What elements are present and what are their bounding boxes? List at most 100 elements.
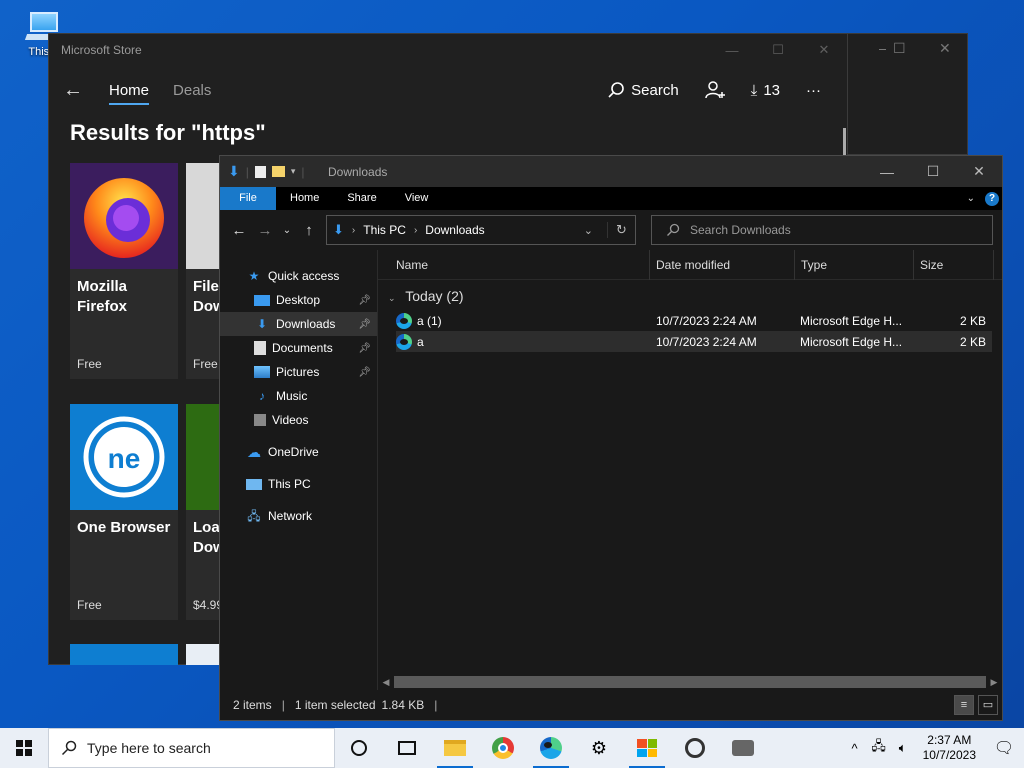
refresh-icon[interactable]: ↻: [607, 222, 635, 238]
app-price: Free: [77, 598, 102, 612]
taskbar-search[interactable]: Type here to search: [48, 728, 335, 768]
back-arrow-icon[interactable]: ←: [63, 79, 109, 102]
clock[interactable]: 2:37 AM 10/7/2023: [923, 733, 976, 763]
file-explorer-taskbar-icon[interactable]: [431, 728, 479, 768]
horizontal-scrollbar[interactable]: ◀ ▶: [378, 674, 1002, 690]
column-date-modified[interactable]: Date modified: [650, 249, 795, 280]
up-arrow-icon[interactable]: ↑: [296, 222, 322, 239]
column-size[interactable]: Size: [914, 249, 994, 280]
chevron-down-icon[interactable]: ⌄: [584, 224, 593, 237]
properties-icon[interactable]: [254, 165, 266, 178]
more-options-icon[interactable]: ···: [806, 82, 821, 99]
search-input[interactable]: Search Downloads: [651, 215, 993, 245]
app-tile-partial[interactable]: [186, 644, 220, 665]
large-icons-view-icon[interactable]: ▭: [978, 695, 998, 715]
nav-documents[interactable]: Documents 📌︎: [220, 336, 377, 360]
scroll-left-icon[interactable]: ◀: [378, 677, 394, 688]
account-button[interactable]: [704, 80, 725, 100]
nav-onedrive[interactable]: ☁ OneDrive: [220, 440, 377, 464]
close-button[interactable]: ✕: [956, 163, 1002, 180]
app-tile-load-downloader[interactable]: LoadDow $4.99: [186, 404, 223, 620]
breadcrumb-this-pc[interactable]: This PC: [363, 223, 406, 237]
media-player-taskbar-icon[interactable]: [671, 728, 719, 768]
nav-network[interactable]: 🖧︎ Network: [220, 504, 377, 528]
app-tile-firefox[interactable]: Mozilla Firefox Free: [70, 163, 178, 379]
tab-home[interactable]: Home: [109, 70, 150, 111]
nav-pictures[interactable]: Pictures 📌︎: [220, 360, 377, 384]
nav-videos[interactable]: Videos: [220, 408, 377, 432]
microsoft-store-taskbar-icon[interactable]: [623, 728, 671, 768]
recent-locations-icon[interactable]: ⌄: [278, 225, 296, 236]
breadcrumb-downloads[interactable]: Downloads: [425, 223, 484, 237]
downloads-button[interactable]: ⤓ 13: [751, 82, 780, 99]
forward-arrow-icon[interactable]: →: [252, 222, 278, 239]
maximize-button[interactable]: ☐: [910, 163, 956, 180]
nav-this-pc[interactable]: This PC: [220, 472, 377, 496]
clock-date: 10/7/2023: [922, 748, 976, 762]
network-icon: 🖧︎: [247, 509, 261, 523]
file-row[interactable]: a (1) 10/7/2023 2:24 AM Microsoft Edge H…: [396, 310, 992, 331]
column-type[interactable]: Type: [795, 249, 914, 280]
app-tile-partial[interactable]: [70, 644, 178, 665]
downloads-count: 13: [763, 81, 780, 99]
videos-icon: [254, 414, 266, 426]
chevron-right-icon: ›: [413, 224, 418, 236]
results-heading: Results for "https": [70, 120, 266, 145]
pin-icon[interactable]: 📌︎: [358, 295, 371, 306]
settings-taskbar-icon[interactable]: ⚙: [575, 728, 623, 768]
download-folder-icon[interactable]: ⬇: [228, 163, 240, 180]
column-name[interactable]: Name: [378, 249, 650, 280]
file-row-selected[interactable]: a 10/7/2023 2:24 AM Microsoft Edge H... …: [396, 331, 992, 352]
chrome-taskbar-icon[interactable]: [479, 728, 527, 768]
selection-size: 1.84 KB: [381, 698, 425, 712]
camera-taskbar-icon[interactable]: [719, 728, 767, 768]
pin-icon[interactable]: 📌︎: [358, 343, 371, 354]
maximize-button[interactable]: ☐: [755, 42, 801, 58]
start-button[interactable]: [0, 728, 48, 768]
tab-share[interactable]: Share: [333, 187, 390, 210]
tab-deals[interactable]: Deals: [173, 70, 211, 111]
address-bar[interactable]: ⬇ › This PC › Downloads ⌄ ↻: [326, 215, 636, 245]
tab-file[interactable]: File: [220, 187, 276, 210]
help-icon[interactable]: ?: [985, 191, 999, 206]
search-placeholder: Search Downloads: [690, 223, 791, 237]
nav-music[interactable]: ♪ Music: [220, 384, 377, 408]
scroll-right-icon[interactable]: ▶: [986, 677, 1002, 688]
store-scrollbar[interactable]: [843, 128, 846, 156]
computer-icon: [246, 478, 262, 490]
close-icon[interactable]: ✕: [939, 40, 951, 57]
network-icon[interactable]: 🖧︎: [867, 737, 891, 759]
status-bar: 2 items | 1 item selected 1.84 KB | ≡ ▭: [220, 690, 1002, 720]
nav-downloads[interactable]: ⬇ Downloads 📌︎: [220, 312, 377, 336]
minimize-button[interactable]: —: [864, 164, 910, 180]
scroll-thumb[interactable]: [394, 676, 986, 688]
new-folder-icon[interactable]: [271, 166, 285, 177]
expand-ribbon-icon[interactable]: ⌄: [967, 193, 975, 204]
edge-taskbar-icon[interactable]: [527, 728, 575, 768]
pin-icon[interactable]: 📌︎: [358, 319, 371, 330]
nav-desktop[interactable]: Desktop 📌︎: [220, 288, 377, 312]
notification-icon[interactable]: 🗨︎: [984, 738, 1024, 758]
nav-quick-access[interactable]: ★ Quick access: [220, 264, 377, 288]
search-button[interactable]: Search: [607, 81, 679, 99]
group-header-today[interactable]: ⌄ Today (2): [378, 280, 1002, 310]
tab-home[interactable]: Home: [276, 187, 333, 210]
store-title: Microsoft Store: [61, 43, 142, 57]
pin-icon[interactable]: 📌︎: [358, 367, 371, 378]
volume-muted-icon[interactable]: 🔈︎: [891, 740, 915, 756]
cortana-icon[interactable]: [335, 728, 383, 768]
back-arrow-icon[interactable]: ←: [226, 222, 252, 239]
tab-view[interactable]: View: [391, 187, 443, 210]
chevron-up-icon[interactable]: ^: [843, 741, 867, 756]
close-button[interactable]: ✕: [801, 42, 847, 58]
minimize-button[interactable]: —: [709, 43, 755, 58]
task-view-icon[interactable]: [383, 728, 431, 768]
music-icon: ♪: [259, 389, 265, 403]
customize-toolbar-icon[interactable]: ▾: [291, 166, 296, 177]
app-tile-file-downloader[interactable]: File Dow Free: [186, 163, 220, 379]
maximize-icon[interactable]: ☐: [893, 40, 906, 57]
file-list-pane: Name Date modified Type Size ⌄ Today (2)…: [378, 249, 1002, 690]
app-tile-one-browser[interactable]: ne One Browser Free: [70, 404, 178, 620]
details-view-icon[interactable]: ≡: [954, 695, 974, 715]
minimize-icon[interactable]: ⎯: [879, 40, 886, 57]
